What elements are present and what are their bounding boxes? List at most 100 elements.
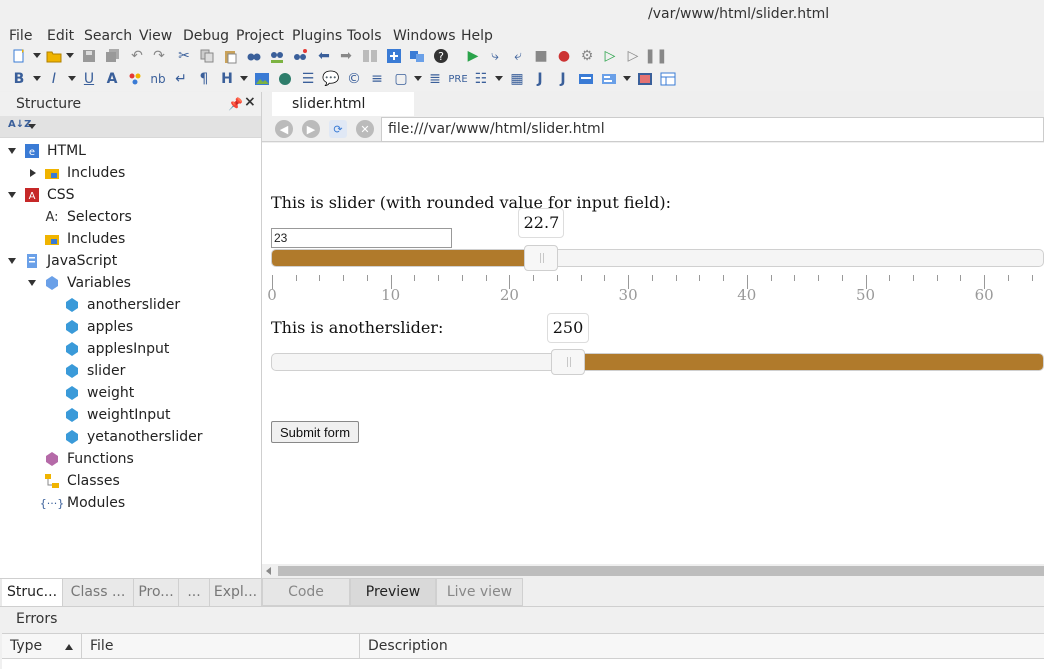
refresh-icon[interactable]: ⟳	[329, 120, 347, 138]
stop-icon[interactable]: ■	[532, 47, 550, 65]
column-file[interactable]: File	[82, 634, 360, 660]
menu-windows[interactable]: Windows	[393, 28, 456, 44]
paste-icon[interactable]	[221, 47, 239, 65]
italic-icon[interactable]: I	[45, 70, 63, 88]
color-palette-icon[interactable]	[126, 70, 144, 88]
line-break-icon[interactable]: ↵	[172, 70, 190, 88]
chevron-down-icon[interactable]	[33, 76, 41, 81]
align-center-icon[interactable]: ≡	[368, 70, 386, 88]
open-folder-icon[interactable]	[45, 47, 63, 65]
chevron-down-icon[interactable]	[495, 76, 503, 81]
tab-explorer[interactable]: Expl...	[210, 579, 262, 607]
bold-icon[interactable]: B	[10, 70, 28, 88]
chevron-down-icon[interactable]	[33, 53, 41, 58]
step-into-icon[interactable]: ⤷	[486, 47, 504, 65]
tab-code[interactable]: Code	[262, 578, 350, 606]
expand-arrow-icon[interactable]	[8, 192, 16, 198]
back-arrow-icon[interactable]: ⬅	[315, 47, 333, 65]
submit-form-button[interactable]: Submit form	[271, 421, 359, 443]
table-icon[interactable]: ▦	[508, 70, 526, 88]
chevron-down-icon[interactable]	[240, 76, 248, 81]
step-out-icon[interactable]: ⤶	[509, 47, 527, 65]
nbsp-icon[interactable]: nb	[149, 70, 167, 88]
replace-icon[interactable]	[291, 47, 309, 65]
pin-icon[interactable]: 📌	[228, 97, 243, 111]
cut-icon[interactable]: ✂	[175, 47, 193, 65]
expand-arrow-icon[interactable]	[28, 280, 36, 286]
forward-icon[interactable]: ▶	[302, 120, 320, 138]
form-elements-icon[interactable]	[600, 70, 618, 88]
tab-live-view[interactable]: Live view	[436, 578, 523, 606]
anotherslider-track[interactable]	[271, 353, 1044, 371]
save-icon[interactable]	[80, 47, 98, 65]
find-in-files-icon[interactable]	[268, 47, 286, 65]
url-field[interactable]: file:///var/www/html/slider.html	[381, 117, 1044, 142]
chevron-down-icon[interactable]	[414, 76, 422, 81]
column-type[interactable]: Type	[2, 634, 82, 660]
slider-track[interactable]	[271, 249, 1044, 267]
apples-input[interactable]: 23	[271, 228, 452, 248]
list-icon[interactable]: ☰	[299, 70, 317, 88]
save-all-icon[interactable]	[104, 47, 122, 65]
redo-icon[interactable]: ↷	[150, 47, 168, 65]
anotherslider-handle[interactable]	[551, 349, 585, 375]
tab-project[interactable]: Pro...	[134, 579, 179, 607]
chevron-down-icon[interactable]	[68, 76, 76, 81]
comment-icon[interactable]: 💬	[322, 70, 340, 88]
frame-icon[interactable]	[659, 70, 677, 88]
close-icon[interactable]: ×	[244, 94, 256, 110]
tab-preview[interactable]: Preview	[350, 578, 436, 606]
tab-more[interactable]: ...	[179, 579, 210, 607]
horizontal-scrollbar[interactable]	[262, 564, 1044, 578]
justify-icon[interactable]: ≣	[426, 70, 444, 88]
menu-edit[interactable]: Edit	[47, 28, 74, 44]
step-over-icon[interactable]: ▷	[624, 47, 642, 65]
scrollbar-thumb[interactable]	[278, 566, 1044, 576]
font-icon[interactable]: A	[103, 70, 121, 88]
breakpoints-icon[interactable]: ⚙	[578, 47, 596, 65]
sync-icon[interactable]	[408, 47, 426, 65]
paragraph-icon[interactable]: ¶	[195, 70, 213, 88]
stop-icon[interactable]: ✕	[356, 120, 374, 138]
fullscreen-icon[interactable]	[385, 47, 403, 65]
form-icon[interactable]	[577, 70, 595, 88]
forward-arrow-icon[interactable]: ➡	[337, 47, 355, 65]
split-view-icon[interactable]	[361, 47, 379, 65]
pre-icon[interactable]: PRE	[448, 70, 467, 88]
help-icon[interactable]: ?	[432, 47, 450, 65]
image-icon[interactable]	[253, 70, 271, 88]
chevron-down-icon[interactable]	[28, 124, 36, 129]
tab-class[interactable]: Class ...	[63, 579, 134, 607]
menu-project[interactable]: Project	[236, 28, 284, 44]
tab-structure[interactable]: Struc...	[2, 579, 63, 607]
copy-icon[interactable]	[198, 47, 216, 65]
menu-plugins[interactable]: Plugins	[292, 28, 342, 44]
new-file-icon[interactable]	[10, 47, 28, 65]
menu-help[interactable]: Help	[461, 28, 493, 44]
menu-view[interactable]: View	[139, 28, 172, 44]
chevron-down-icon[interactable]	[623, 76, 631, 81]
undo-icon[interactable]: ↶	[128, 47, 146, 65]
pause-icon[interactable]: ❚❚	[644, 47, 667, 65]
record-icon[interactable]: ●	[555, 47, 573, 65]
menu-search[interactable]: Search	[84, 28, 132, 44]
scroll-left-icon[interactable]	[266, 567, 271, 575]
column-description[interactable]: Description	[360, 634, 1044, 660]
slider-handle[interactable]	[524, 245, 559, 271]
link-icon[interactable]	[276, 70, 294, 88]
underline-icon[interactable]: U	[80, 70, 98, 88]
menu-tools[interactable]: Tools	[347, 28, 382, 44]
special-char-icon[interactable]: ©	[345, 70, 363, 88]
javascript-icon[interactable]: J	[531, 70, 549, 88]
heading-icon[interactable]: H	[218, 70, 236, 88]
expand-arrow-icon[interactable]	[8, 148, 16, 154]
menu-debug[interactable]: Debug	[183, 28, 229, 44]
chevron-down-icon[interactable]	[66, 53, 74, 58]
box-icon[interactable]: ▢	[392, 70, 410, 88]
run-icon[interactable]: ▶	[464, 47, 482, 65]
expand-arrow-icon[interactable]	[8, 258, 16, 264]
bullet-list-icon[interactable]: ☷	[472, 70, 490, 88]
tab-slider-html[interactable]: slider.html	[272, 92, 414, 116]
collapsed-arrow-icon[interactable]	[30, 169, 36, 177]
play-icon[interactable]: ▷	[601, 47, 619, 65]
